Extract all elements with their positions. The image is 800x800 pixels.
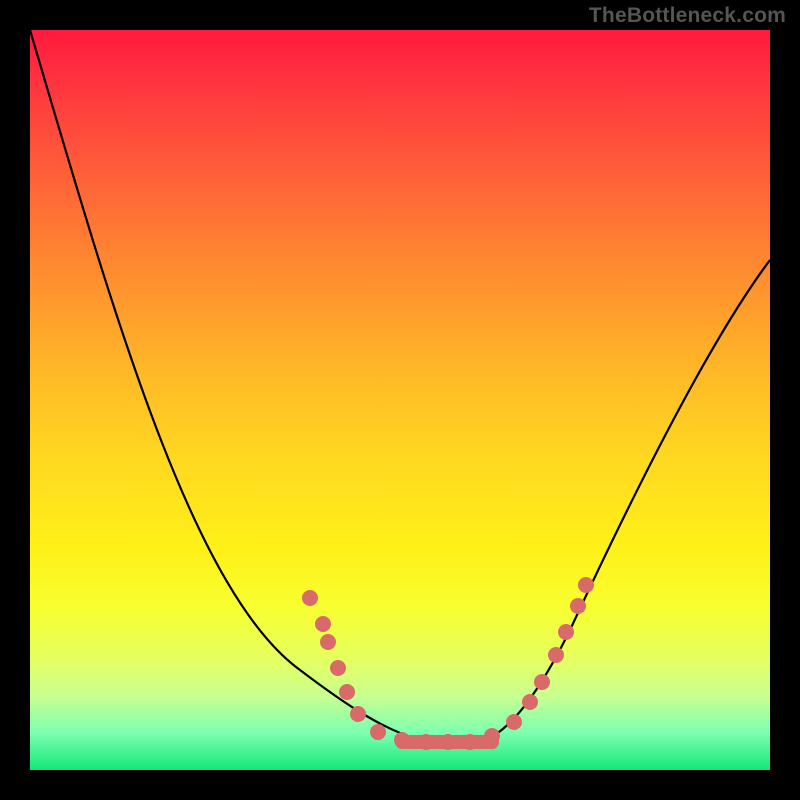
data-marker: [462, 734, 478, 750]
chart-frame: TheBottleneck.com: [0, 0, 800, 800]
data-marker: [394, 732, 410, 748]
data-marker: [548, 647, 564, 663]
plot-area: [30, 30, 770, 770]
data-marker: [506, 714, 522, 730]
data-marker: [350, 706, 366, 722]
data-marker: [320, 634, 336, 650]
data-marker: [558, 624, 574, 640]
bottleneck-curve-svg: [30, 30, 770, 770]
watermark-text: TheBottleneck.com: [589, 4, 786, 28]
marker-group: [302, 577, 594, 750]
data-marker: [522, 694, 538, 710]
data-marker: [339, 684, 355, 700]
data-marker: [330, 660, 346, 676]
data-marker: [578, 577, 594, 593]
data-marker: [315, 616, 331, 632]
data-marker: [570, 598, 586, 614]
data-marker: [534, 674, 550, 690]
data-marker: [484, 728, 500, 744]
data-marker: [370, 724, 386, 740]
bottleneck-curve: [30, 30, 770, 740]
data-marker: [302, 590, 318, 606]
data-marker: [440, 734, 456, 750]
data-marker: [418, 734, 434, 750]
